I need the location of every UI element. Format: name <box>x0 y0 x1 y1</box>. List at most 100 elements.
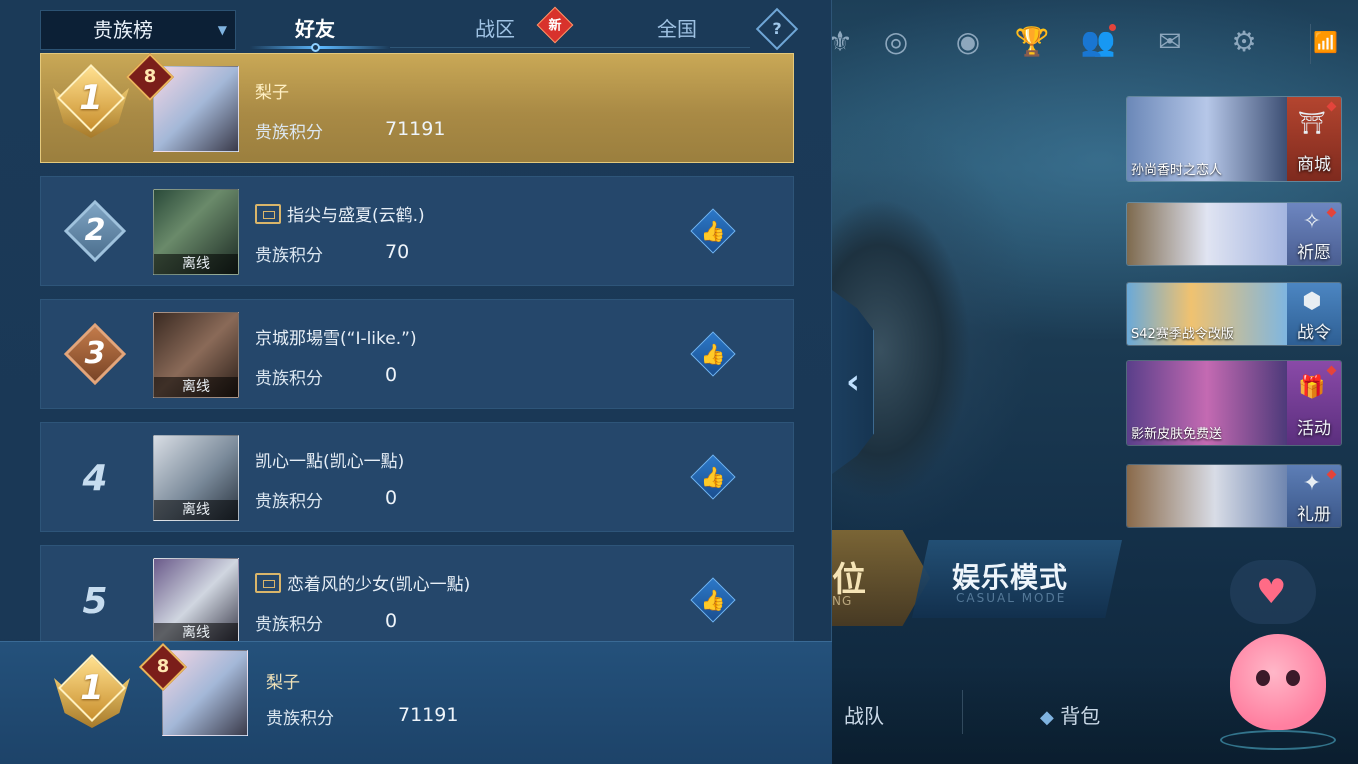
rank-2-diamond-icon: 2 <box>63 199 127 263</box>
offline-status: 离线 <box>154 377 238 397</box>
noble-level: 8 <box>156 656 170 677</box>
player-name-text: 恋着风的少女(凯心一點) <box>287 575 471 595</box>
leaderboard-row[interactable]: 4 离线 凯心一點(凯心一點) 贵族积分 0 👍 <box>40 422 794 532</box>
like-button[interactable]: 👍 <box>689 576 737 624</box>
tab-region[interactable]: 战区 <box>450 10 540 50</box>
player-name: 梨子 <box>255 83 289 103</box>
help-icon: ? <box>772 19 782 38</box>
score-value: 0 <box>385 610 398 632</box>
offline-status: 离线 <box>154 254 238 274</box>
avatar[interactable]: 离线 <box>153 312 239 398</box>
target-icon[interactable]: ◎ <box>876 22 916 62</box>
thumbs-up-icon: 👍 <box>700 588 726 612</box>
rank-number: 2 <box>84 213 106 248</box>
team-icon <box>255 573 281 593</box>
bottom-nav-team[interactable]: 战队 <box>844 700 884 729</box>
top-icon-bar: ⚜ ◎ ◉ 🏆 👥 ✉ ⚙ 📶 <box>820 22 1350 66</box>
leaderboard-list[interactable]: 1 8 梨子 贵族积分 71191 2 离线 指尖与盛夏(云鹤.) 贵族积分 7… <box>40 53 794 641</box>
bottom-nav-backpack[interactable]: ◆ 背包 <box>1040 700 1100 729</box>
replay-eye-icon[interactable]: ◉ <box>948 22 988 62</box>
leaderboard-row[interactable]: 1 8 梨子 贵族积分 71191 <box>40 53 794 163</box>
self-player-name: 梨子 <box>266 673 300 693</box>
gear-icon[interactable]: ⚙ <box>1224 22 1264 62</box>
wish-icon: ✧ <box>1302 209 1322 234</box>
chevron-left-icon: ‹ <box>845 362 860 402</box>
thumbs-up-icon: 👍 <box>700 219 726 243</box>
player-name: 恋着风的少女(凯心一點) <box>255 570 470 595</box>
self-rank-footer: 1 8 梨子 贵族积分 71191 <box>0 641 832 764</box>
pet-character <box>1230 634 1326 730</box>
score-value: 70 <box>385 241 410 263</box>
friends-icon[interactable]: 👥 <box>1078 22 1118 62</box>
ranked-mode-sublabel: NG <box>832 594 853 608</box>
card-caption: S42赛季战令改版 <box>1131 327 1234 342</box>
card-art <box>1127 465 1287 527</box>
card-label: 活动 <box>1297 419 1331 439</box>
side-card-battlepass[interactable]: ⬢ S42赛季战令改版 战令 <box>1126 282 1342 346</box>
rank-3-diamond-icon: 3 <box>63 322 127 386</box>
wifi-icon: 📶 <box>1310 24 1340 64</box>
side-card-giftbook[interactable]: ✦ 礼册 <box>1126 464 1342 528</box>
score-value: 0 <box>385 487 398 509</box>
noble-level: 8 <box>143 66 157 87</box>
avatar[interactable]: 离线 <box>153 189 239 275</box>
like-button[interactable]: 👍 <box>689 330 737 378</box>
score-label: 贵族积分 <box>255 123 323 143</box>
side-card-shop[interactable]: ⛩ 孙尚香时之恋人 商城 <box>1126 96 1342 182</box>
new-badge: 新 <box>536 6 574 44</box>
leaderboard-row[interactable]: 3 离线 京城那場雪(“I-like.”) 贵族积分 0 👍 <box>40 299 794 409</box>
side-card-event[interactable]: 🎁 影新皮肤免费送 活动 <box>1126 360 1342 446</box>
leaderboard-row[interactable]: 2 离线 指尖与盛夏(云鹤.) 贵族积分 70 👍 <box>40 176 794 286</box>
pet-assistant[interactable]: ♥ <box>1214 560 1344 760</box>
trophy-icon[interactable]: 🏆 <box>1012 22 1052 62</box>
side-card-wish[interactable]: ✧ 祈愿 <box>1126 202 1342 266</box>
self-rank-number: 1 <box>80 668 104 708</box>
rank-number: 5 <box>82 581 108 622</box>
mail-icon[interactable]: ✉ <box>1150 22 1190 62</box>
card-caption: 孙尚香时之恋人 <box>1131 163 1223 178</box>
like-button[interactable]: 👍 <box>689 453 737 501</box>
card-caption: 影新皮肤免费送 <box>1131 427 1223 442</box>
tab-divider <box>390 47 750 48</box>
tab-national[interactable]: 全国 <box>632 10 722 50</box>
score-value: 0 <box>385 364 398 386</box>
casual-mode-sublabel: CASUAL MODE <box>956 591 1067 605</box>
team-icon <box>255 204 281 224</box>
battlepass-icon: ⬢ <box>1302 289 1322 314</box>
thumbs-up-icon: 👍 <box>700 342 726 366</box>
leaderboard-row[interactable]: 5 离线 恋着风的少女(凯心一點) 贵族积分 0 👍 <box>40 545 794 641</box>
score-value: 71191 <box>398 704 459 726</box>
avatar[interactable]: 离线 <box>153 558 239 641</box>
help-button[interactable]: ? <box>755 7 799 51</box>
divider <box>962 690 963 734</box>
leaderboard-type-dropdown[interactable]: 贵族榜 ▼ <box>40 10 236 50</box>
score-label: 贵族积分 <box>255 492 323 512</box>
active-tab-indicator <box>311 43 320 52</box>
leaderboard-header: 贵族榜 ▼ 好友 战区 新 全国 ? <box>40 6 800 52</box>
casual-mode-label: 娱乐模式 <box>952 561 1069 594</box>
score-value: 71191 <box>385 118 446 140</box>
rank-number: 3 <box>84 336 106 371</box>
rank-number: 1 <box>79 78 103 118</box>
leaderboard-panel: 贵族榜 ▼ 好友 战区 新 全国 ? 1 8 梨子 贵族积分 71191 2 离… <box>0 0 832 764</box>
casual-mode-button[interactable]: 娱乐模式 CASUAL MODE <box>912 540 1122 618</box>
rank-1-crest-icon: 1 <box>49 64 133 150</box>
player-name-text: 指尖与盛夏(云鹤.) <box>287 206 425 226</box>
like-button[interactable]: 👍 <box>689 207 737 255</box>
score-label: 贵族积分 <box>255 246 323 266</box>
card-label: 战令 <box>1297 323 1331 343</box>
dropdown-label: 贵族榜 <box>93 18 153 42</box>
shop-icon: ⛩ <box>1298 111 1326 136</box>
score-label: 贵族积分 <box>266 709 334 729</box>
score-label: 贵族积分 <box>255 615 323 635</box>
offline-status: 离线 <box>154 623 238 641</box>
player-name: 指尖与盛夏(云鹤.) <box>255 201 425 226</box>
player-name: 京城那場雪(“I-like.”) <box>255 329 417 349</box>
book-icon: ✦ <box>1302 471 1322 496</box>
player-name: 凯心一點(凯心一點) <box>255 452 405 472</box>
bottom-nav-label: 背包 <box>1060 704 1101 728</box>
thumbs-up-icon: 👍 <box>700 465 726 489</box>
avatar[interactable]: 离线 <box>153 435 239 521</box>
new-badge-text: 新 <box>548 18 562 34</box>
pet-platform-ring <box>1220 730 1336 750</box>
